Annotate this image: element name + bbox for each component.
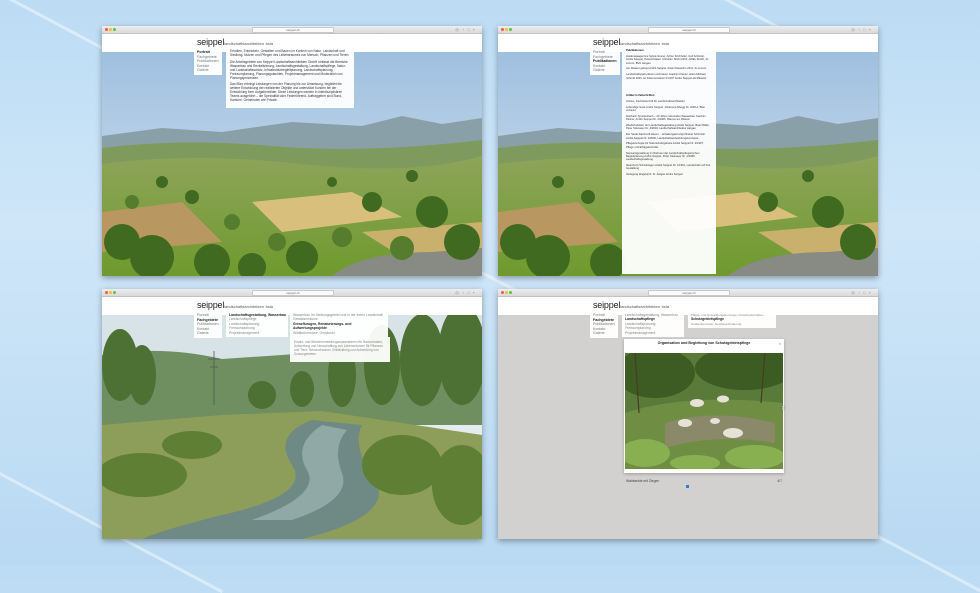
project-description: Ersatz- und Wiederherstellungsmassnahmen… <box>290 337 390 362</box>
pagination-dot[interactable] <box>686 485 689 488</box>
next-arrow-icon[interactable]: › <box>781 403 784 412</box>
title-bar: seippel.ch ◎ ↑ □ + <box>498 26 878 34</box>
portrait-text-panel: Erhalten, Entwickeln, Gestalten und Baue… <box>226 46 354 108</box>
title-bar: seippel.ch ◎ ↑ □ + <box>498 289 878 297</box>
publication-entry: Ideenbuch Schwitzagen André Seippel Nr. … <box>626 164 711 171</box>
browser-window-lightbox: seippel.ch ◎ ↑ □ + seippellandschaftsarc… <box>498 289 878 539</box>
articles-heading: Artikel in Zeitschriften <box>626 93 655 97</box>
close-window-icon[interactable] <box>501 28 504 31</box>
main-nav: Portrait Fachgebiete Publikationen Konta… <box>590 311 618 338</box>
close-icon[interactable]: × <box>779 341 781 346</box>
maximize-window-icon[interactable] <box>509 291 512 294</box>
publication-entry: Landschaftspark planen und bauen Joachim… <box>626 73 707 80</box>
main-nav: Portrait Fachgebiete Publikationen Konta… <box>590 48 620 75</box>
logo-name: landschaftsarchitekten <box>620 304 660 309</box>
minimize-window-icon[interactable] <box>109 291 112 294</box>
title-bar: seippel.ch ◎ ↑ □ + <box>102 289 482 297</box>
lightbox-caption: Waldweide mit Ziegen <box>626 479 660 483</box>
logo-suffix: bsla <box>661 304 669 309</box>
nav-item-galerie[interactable]: Galerie <box>197 68 219 73</box>
main-nav: Portrait Fachgebiete Publikationen Konta… <box>194 48 222 75</box>
logo-suffix: bsla <box>265 304 273 309</box>
publication-entry: Verlegung längsfurch: Kt. Aargau André S… <box>626 173 683 177</box>
publication-entry: Lebendige Suse André Seippel, Johannes A… <box>626 105 706 112</box>
publication-entry: Neuwertigestaltung im Rahmen der Landsch… <box>626 151 700 162</box>
close-window-icon[interactable] <box>105 28 108 31</box>
lightbox-counter: 4/7 <box>777 479 782 483</box>
browser-window-portrait: seippel.ch ◎ ↑ □ + seippellandschaftsarc… <box>102 26 482 276</box>
minimize-window-icon[interactable] <box>505 291 508 294</box>
toolbar-icons[interactable]: ◎ ↑ □ + <box>455 290 476 295</box>
logo-brand: seippel <box>593 37 621 47</box>
portrait-paragraph: Erhalten, Entwickeln, Gestalten und Baue… <box>230 49 350 57</box>
nav-item-galerie[interactable]: Galerie <box>593 68 617 73</box>
maximize-window-icon[interactable] <box>113 291 116 294</box>
url-bar[interactable]: seippel.ch <box>648 290 730 296</box>
portrait-paragraph: Das Büro erbringt Leistungen von der Pla… <box>230 82 343 102</box>
logo-brand: seippel <box>593 300 621 310</box>
publication-entry: Heidenwaagerinne Sylvia Gruner, Arthur K… <box>626 54 709 65</box>
browser-window-publikationen: seippel.ch ◎ ↑ □ + seippellandschaftsarc… <box>498 26 878 276</box>
publication-entry: Wiederbeleben der Landschaftsgestaltung … <box>626 123 710 131</box>
toolbar-icons[interactable]: ◎ ↑ □ + <box>851 290 872 295</box>
toolbar-icons[interactable]: ◎ ↑ □ + <box>455 27 476 32</box>
project-item[interactable]: Wildtierkorridore, Gewässer <box>293 331 385 335</box>
browser-window-fachgebiete: seippel.ch ◎ ↑ □ + seippellandschaftsarc… <box>102 289 482 539</box>
lightbox: Organisation und Begleitung von Schutzge… <box>624 339 784 483</box>
minimize-window-icon[interactable] <box>109 28 112 31</box>
portrait-paragraph: Die Arbeitsgebiete von Seippel Landschaf… <box>230 59 348 80</box>
logo-name: landschaftsarchitekten <box>224 304 264 309</box>
project-description-text: Ersatz- und Wiederherstellungsmassnahmen… <box>294 340 383 356</box>
maximize-window-icon[interactable] <box>113 28 116 31</box>
projects-list: Pflege- und Entwicklungskonzepte, Kultur… <box>688 311 776 329</box>
maximize-window-icon[interactable] <box>509 28 512 31</box>
publication-entry: Am Wasser geboul André Seippel, Karin Pa… <box>626 67 707 71</box>
publikationen-heading: Publikationen <box>626 49 644 52</box>
site-logo[interactable]: seippellandschaftsarchitekten bsla <box>197 300 273 310</box>
publication-entry: Anthos, Fachzeitschrift für Landschaftsa… <box>626 99 685 103</box>
logo-brand: seippel <box>197 300 225 310</box>
minimize-window-icon[interactable] <box>505 28 508 31</box>
close-window-icon[interactable] <box>501 291 504 294</box>
projects-list: Wasserbau im Siedlungsgebiet und in der … <box>290 311 388 338</box>
project-item[interactable]: Grenzflurugen, Renaturierungs- und Aufwe… <box>293 322 385 331</box>
lightbox-title: Organisation und Begleitung von Schutzge… <box>657 341 751 345</box>
project-item[interactable]: Grabenkonzepte, Gewässerförderung <box>691 322 773 326</box>
fach-item-projektmanagement[interactable]: Projektmanagement <box>625 331 681 335</box>
toolbar-icons[interactable]: ◎ ↑ □ + <box>851 27 872 32</box>
logo-brand: seippel <box>197 37 225 47</box>
site-logo[interactable]: seippellandschaftsarchitekten bsla <box>593 300 669 310</box>
publication-entry: Dorfbach Spreitenbach – 20 Jahre naturna… <box>626 114 706 122</box>
url-bar[interactable]: seippel.ch <box>648 27 730 33</box>
fach-item-projektmanagement[interactable]: Projektmanagement <box>229 331 285 335</box>
close-window-icon[interactable] <box>105 291 108 294</box>
publication-entry: Pflegekonzepte für Naturschutzgebiete An… <box>626 142 704 149</box>
url-bar[interactable]: seippel.ch <box>252 27 334 33</box>
title-bar: seippel.ch ◎ ↑ □ + <box>102 26 482 34</box>
nav-item-galerie[interactable]: Galerie <box>593 331 615 336</box>
lightbox-photo-goats <box>625 353 783 469</box>
nav-item-galerie[interactable]: Galerie <box>197 331 219 336</box>
url-bar[interactable]: seippel.ch <box>252 290 334 296</box>
fachgebiete-subnav: Landschaftsgestaltung, Wasserbau Landsch… <box>622 311 684 338</box>
publication-entry: Der Seele bauchvoll lassen ... Erhaltung… <box>626 133 706 140</box>
main-nav: Portrait Fachgebiete Publikationen Konta… <box>194 311 222 338</box>
publikationen-panel: Publikationen Heidenwaagerinne Sylvia Gr… <box>622 46 716 274</box>
fachgebiete-subnav: Landschaftsgestaltung, Wasserbau Landsch… <box>226 311 288 338</box>
